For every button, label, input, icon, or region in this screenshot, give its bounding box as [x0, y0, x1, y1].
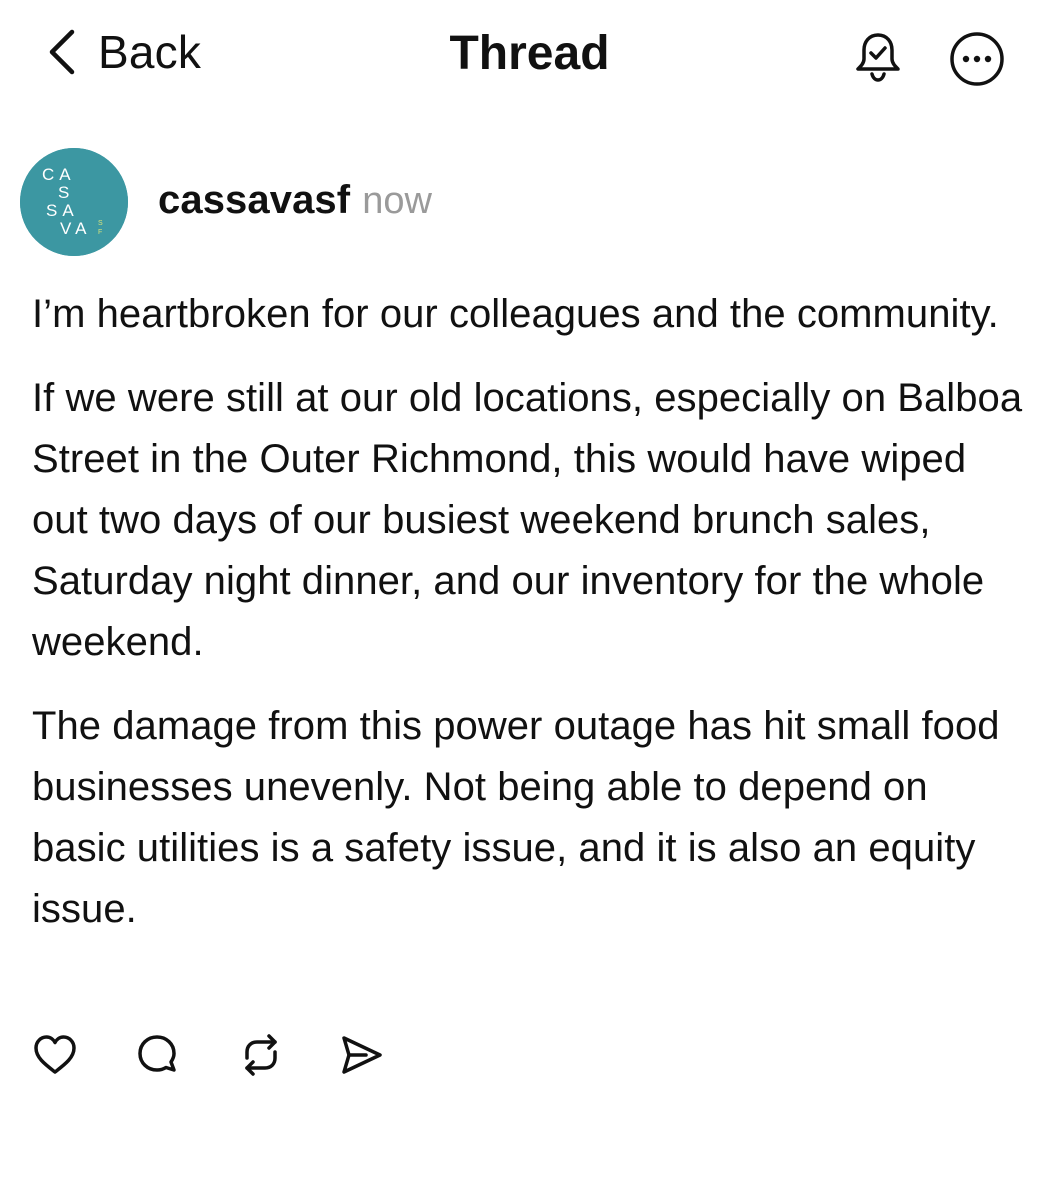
comment-icon [134, 1032, 180, 1078]
cassava-logo: CA S SA VA S F [20, 148, 128, 256]
header: Back Thread [0, 0, 1039, 110]
logo-tag-f: F [98, 229, 102, 236]
reply-button[interactable] [134, 1032, 180, 1078]
repost-button[interactable] [238, 1032, 284, 1078]
like-button[interactable] [32, 1032, 78, 1078]
send-icon [338, 1032, 384, 1078]
logo-tag-s: S [98, 220, 103, 227]
logo-line-1: CA [42, 165, 76, 184]
username[interactable]: cassavasf [158, 178, 350, 223]
timestamp: now [362, 180, 432, 222]
logo-line-2: S [58, 183, 74, 202]
post-paragraph: If we were still at our old locations, e… [32, 376, 1023, 664]
post-paragraph: I’m heartbroken for our colleagues and t… [32, 292, 999, 336]
share-button[interactable] [338, 1032, 384, 1078]
logo-line-4: VA [60, 219, 91, 238]
heart-icon [32, 1032, 78, 1078]
post-paragraph: The damage from this power outage has hi… [32, 704, 1000, 931]
more-horizontal-icon [948, 32, 1006, 92]
bell-check-icon[interactable] [852, 30, 904, 82]
post-body: I’m heartbroken for our colleagues and t… [32, 284, 1032, 963]
repost-icon [238, 1032, 284, 1078]
avatar[interactable]: CA S SA VA S F [20, 148, 128, 256]
logo-line-3: SA [46, 201, 79, 220]
post-meta: cassavasf now [158, 178, 432, 234]
more-options-button[interactable] [948, 30, 1006, 88]
thread-screen: Back Thread CA S SA VA S F cassavasf now… [0, 0, 1039, 1200]
